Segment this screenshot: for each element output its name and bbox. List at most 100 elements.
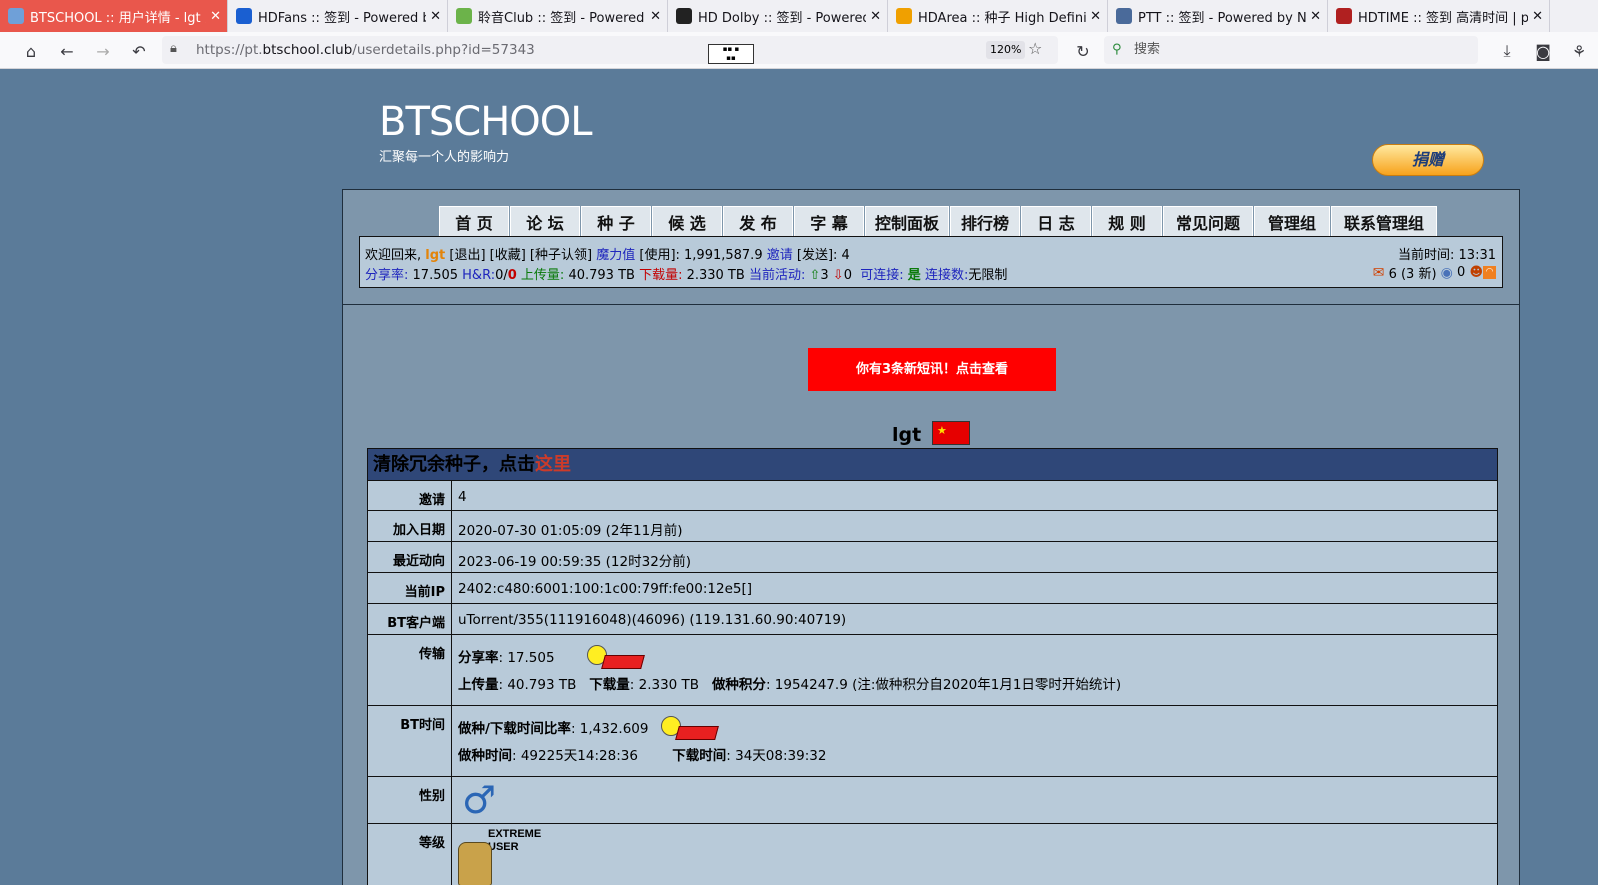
browser-tab[interactable]: HDArea :: 种子 High Definition ✕ — [888, 0, 1108, 32]
invite-link[interactable]: 邀请 — [767, 248, 793, 263]
close-icon[interactable]: ✕ — [870, 9, 881, 24]
url-bar[interactable]: 🔒︎ https://pt.btschool.club/userdetails.… — [162, 36, 1058, 64]
message-count[interactable]: 6 (3 新) — [1389, 263, 1437, 282]
hr-label[interactable]: H&R: — [462, 268, 495, 283]
forward-icon[interactable]: → — [92, 40, 114, 62]
tab-title: HDArea :: 种子 High Definition — [918, 10, 1086, 26]
row-value: 2402:c480:6001:100:1c00:79ff:fe00:12e5[] — [458, 581, 753, 597]
row-value: ♂ — [452, 777, 1497, 823]
current-time: 当前时间: 13:31 — [1398, 244, 1496, 263]
menu-item[interactable]: 字 幕 — [794, 206, 864, 236]
info-line-2: 分享率: 17.505 H&R:0/0 上传量: 40.793 TB 下载量: … — [365, 264, 1007, 283]
menu-item[interactable]: 种 子 — [581, 206, 651, 236]
search-input[interactable]: ⚲ 搜索 — [1104, 36, 1478, 64]
row-value: 4 — [458, 489, 467, 505]
row-key: 加入日期 — [368, 511, 452, 541]
seeding-count[interactable]: 3 — [820, 268, 828, 283]
close-icon[interactable]: ✕ — [1310, 9, 1321, 24]
browser-tab[interactable]: PTT :: 签到 - Powered by Nexus✕ — [1108, 0, 1328, 32]
menu-item[interactable]: 规 则 — [1092, 206, 1162, 236]
menu-item[interactable]: 常见问题 — [1163, 206, 1253, 236]
menu-item[interactable]: 日 志 — [1021, 206, 1091, 236]
bonus-link[interactable]: 魔力值 — [596, 248, 635, 263]
transfer-up-value: : 40.793 TB — [498, 677, 577, 693]
time-ratio-sprite-icon — [659, 714, 719, 744]
hdarea-icon — [896, 8, 912, 24]
download-icon[interactable]: ⤓ — [1496, 40, 1518, 62]
browser-tab[interactable]: HD Dolby :: 签到 - Powered by✕ — [668, 0, 888, 32]
inbox-icon[interactable]: ✉ — [1373, 265, 1385, 281]
row-value: 分享率: 17.505 上传量: 40.793 TB 下载量: 2.330 TB… — [452, 635, 1497, 705]
ratio-label: 分享率: — [365, 268, 409, 283]
seed-points-label: 做种积分 — [711, 677, 766, 693]
leeching-count[interactable]: 0 — [844, 268, 852, 283]
table-row-transfer: 传输 分享率: 17.505 上传量: 40.793 TB 下载量: 2.330… — [367, 635, 1498, 706]
seeding-arrow-icon: ⇧ — [809, 268, 821, 283]
menu-item[interactable]: 联系管理组 — [1331, 206, 1437, 236]
browser-tab[interactable]: HDFans :: 签到 - Powered by N ✕ — [228, 0, 448, 32]
undo-close-icon[interactable]: ↶ — [128, 40, 150, 62]
tab-title: BTSCHOOL :: 用户详情 - lgt 比特 — [30, 10, 206, 26]
row-value: uTorrent/355(111916048)(46096) (119.131.… — [458, 612, 847, 628]
info-icons: ✉ 6 (3 新) ◉ 0 ☻ ◠ — [1373, 263, 1496, 282]
browser-tab[interactable]: 聆音Club :: 签到 - Powered by N ✕ — [448, 0, 668, 32]
row-key: 性别 — [368, 777, 452, 823]
user-details-table: 清除冗余种子，点击这里 邀请 4 加入日期 2020-07-30 01:05:09 (… — [367, 448, 1498, 885]
time-ratio-label: 做种/下载时间比率 — [458, 721, 571, 737]
row-value: 2023-06-19 00:59:35 (12时32分前) — [458, 554, 692, 570]
user-icon[interactable]: ☻ — [1469, 265, 1483, 280]
bookmark-star-icon[interactable]: ☆ — [1028, 39, 1042, 58]
extensions-icon[interactable]: ⚘ — [1568, 40, 1590, 62]
reload-icon[interactable]: ↻ — [1072, 40, 1094, 62]
row-key: 最近动向 — [368, 542, 452, 572]
btschool-icon — [8, 8, 24, 24]
close-icon[interactable]: ✕ — [1532, 9, 1543, 24]
user-actions[interactable]: [退出] [收藏] [种子认领] — [445, 248, 596, 263]
new-message-alert[interactable]: 你有3条新短讯！点击查看 — [808, 348, 1056, 391]
close-icon[interactable]: ✕ — [650, 9, 661, 24]
close-icon[interactable]: ✕ — [430, 9, 441, 24]
donate-button[interactable]: 捐赠 — [1372, 144, 1484, 176]
username-link[interactable]: lgt — [425, 248, 445, 263]
row-key: 邀请 — [368, 481, 452, 510]
close-icon[interactable]: ✕ — [1090, 9, 1101, 24]
site-logo-title[interactable]: BTSCHOOL — [379, 99, 593, 145]
menu-item[interactable]: 排行榜 — [950, 206, 1020, 236]
friends-icon[interactable]: ◉ — [1441, 265, 1453, 281]
cleanup-link[interactable]: 这里 — [535, 454, 571, 475]
ptt-icon — [1116, 8, 1132, 24]
close-icon[interactable]: ✕ — [210, 9, 221, 24]
menu-item[interactable]: 发 布 — [723, 206, 793, 236]
rss-icon[interactable]: ◠ — [1483, 266, 1496, 279]
tab-title: 聆音Club :: 签到 - Powered by N — [478, 10, 646, 26]
male-icon: ♂ — [462, 778, 497, 822]
browser-tab[interactable]: HDTIME :: 签到 高清时间 | pt ✕ — [1328, 0, 1550, 32]
info-line-1: 欢迎回来, lgt [退出] [收藏] [种子认领] 魔力值 [使用]: 1,9… — [365, 244, 850, 263]
transfer-ratio-label: 分享率 — [458, 650, 499, 666]
home-icon[interactable]: ⌂ — [20, 40, 42, 62]
level-text: EXTREME USER — [488, 828, 542, 853]
menu-item[interactable]: 控制面板 — [865, 206, 949, 236]
menu-item[interactable]: 论 坛 — [510, 206, 580, 236]
browser-tab[interactable]: BTSCHOOL :: 用户详情 - lgt 比特 ✕ — [0, 0, 228, 32]
seed-time-label: 做种时间 — [458, 748, 512, 764]
leaf-icon — [456, 8, 472, 24]
menu-item[interactable]: 管理组 — [1254, 206, 1330, 236]
seed-points-value: : 1954247.9 (注:做种积分自2020年1月1日零时开始统计) — [765, 677, 1122, 693]
level-badge: EXTREME USER — [458, 828, 1491, 885]
upload-value: 40.793 TB — [564, 268, 640, 283]
row-key: 当前IP — [368, 573, 452, 603]
dolby-icon — [676, 8, 692, 24]
divider — [343, 304, 1519, 305]
table-row: 加入日期 2020-07-30 01:05:09 (2年11月前) — [367, 511, 1498, 542]
friends-count: 0 — [1457, 265, 1466, 280]
bonus-value: [使用]: 1,991,587.9 — [635, 248, 767, 263]
url-text: https://pt.btschool.club/userdetails.php… — [196, 42, 535, 58]
back-icon[interactable]: ← — [56, 40, 78, 62]
menu-item[interactable]: 首 页 — [439, 206, 509, 236]
menu-item[interactable]: 候 选 — [652, 206, 722, 236]
navigation-toolbar: ⌂ ← → ↶ 🔒︎ https://pt.btschool.club/user… — [0, 32, 1598, 69]
download-time-label: 下载时间 — [672, 748, 727, 764]
zoom-level[interactable]: 120% — [986, 41, 1026, 59]
screenshot-icon[interactable]: ◙ — [1532, 40, 1554, 62]
